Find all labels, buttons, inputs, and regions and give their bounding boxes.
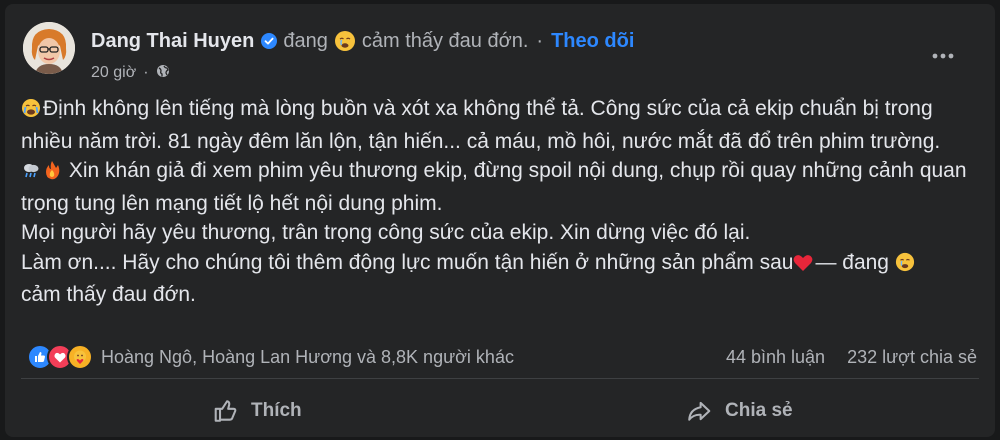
globe-icon[interactable] <box>156 64 170 83</box>
post-paragraph: Mọi người hãy yêu thương, trân trọng côn… <box>21 218 981 248</box>
reactions-summary[interactable]: Hoàng Ngô, Hoàng Lan Hương và 8,8K người… <box>101 347 514 368</box>
post-meta: 20 giờ · <box>91 60 170 86</box>
post-time[interactable]: 20 giờ <box>91 64 136 82</box>
post-line-4c: cảm thấy đau đớn. <box>21 283 196 306</box>
sad-emoji-icon <box>895 251 915 281</box>
feeling-prefix: đang <box>283 29 328 52</box>
share-button[interactable]: Chia sẻ <box>685 390 793 432</box>
more-horizontal-icon <box>932 53 954 59</box>
follow-button[interactable]: Theo dõi <box>551 30 634 53</box>
sad-emoji-icon <box>334 30 356 52</box>
post-line-4a: Làm ơn.... Hãy cho chúng tôi thêm động l… <box>21 250 794 274</box>
crying-face-icon <box>21 97 41 127</box>
meta-separator: · <box>143 64 149 81</box>
rain-cloud-icon <box>21 159 41 189</box>
post-card: Dang Thai Huyen đang cảm thấy đau đớn. ·… <box>5 4 995 437</box>
shares-count[interactable]: 232 lượt chia sẻ <box>847 347 977 368</box>
post-line-4b: — đang <box>815 250 889 274</box>
post-header: Dang Thai Huyen đang cảm thấy đau đớn. ·… <box>91 26 634 56</box>
like-label: Thích <box>251 400 302 421</box>
post-paragraph: Làm ơn.... Hãy cho chúng tôi thêm động l… <box>21 248 981 310</box>
post-line-1: Định không lên tiếng mà lòng buồn và xót… <box>21 97 941 153</box>
care-icon <box>67 344 93 370</box>
fire-icon <box>43 159 61 189</box>
post-paragraph: Định không lên tiếng mà lòng buồn và xót… <box>21 94 981 156</box>
thumbs-up-icon <box>214 400 237 422</box>
post-line-2: Xin khán giả đi xem phim yêu thương ekip… <box>21 159 967 215</box>
avatar[interactable] <box>23 22 75 74</box>
reactions-bar: Hoàng Ngô, Hoàng Lan Hương và 8,8K người… <box>27 342 977 372</box>
share-arrow-icon <box>688 401 711 421</box>
red-heart-icon <box>793 251 813 281</box>
separator-dot: · <box>536 29 544 52</box>
feeling-text: cảm thấy đau đớn. <box>361 29 529 52</box>
share-label: Chia sẻ <box>725 400 793 421</box>
post-paragraph: Xin khán giả đi xem phim yêu thương ekip… <box>21 156 981 218</box>
like-button[interactable]: Thích <box>213 390 302 432</box>
reaction-icons[interactable] <box>27 344 93 370</box>
verified-badge-icon <box>261 33 278 49</box>
post-line-3: Mọi người hãy yêu thương, trân trọng côn… <box>21 221 751 244</box>
post-body: Định không lên tiếng mà lòng buồn và xót… <box>21 94 981 310</box>
divider <box>21 378 979 379</box>
author-name[interactable]: Dang Thai Huyen <box>91 30 254 53</box>
more-options-button[interactable] <box>923 36 963 76</box>
comments-count[interactable]: 44 bình luận <box>726 347 825 368</box>
